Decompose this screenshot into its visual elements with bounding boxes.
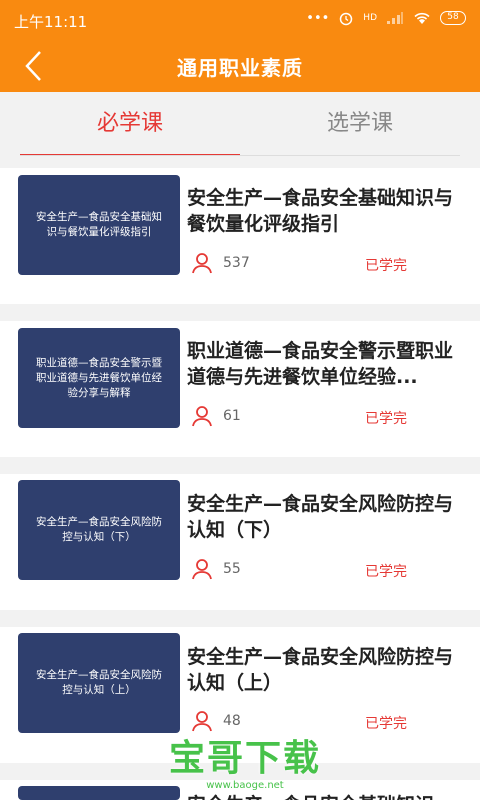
more-dots-icon: •••	[306, 10, 330, 26]
learner-count: 48	[223, 713, 241, 729]
page-title: 通用职业素质	[177, 56, 303, 80]
person-icon	[192, 711, 212, 732]
learner-count: 537	[223, 255, 250, 271]
status-icons: ••• HD 58	[306, 10, 466, 26]
course-meta: 537 已学完	[187, 252, 467, 276]
signal-icon	[387, 12, 403, 24]
course-thumbnail[interactable]: 安全生产—食品安全风险防控与认知（上）	[18, 633, 180, 733]
app-header: 通用职业素质	[0, 40, 480, 92]
watermark-url: www.baoge.net	[206, 780, 284, 791]
status-badge: 已学完	[365, 716, 407, 732]
status-bar: 上午11:11 ••• HD 58	[0, 0, 480, 40]
course-thumbnail[interactable]	[18, 786, 180, 800]
course-tabs: 必学课 选学课	[0, 92, 480, 156]
course-thumbnail[interactable]: 安全生产—食品安全基础知识与餐饮量化评级指引	[18, 175, 180, 275]
course-title[interactable]: 职业道德—食品安全警示暨职业道德与先进餐饮单位经验...	[187, 338, 467, 390]
course-thumbnail[interactable]: 安全生产—食品安全风险防控与认知（下）	[18, 480, 180, 580]
wifi-icon	[414, 12, 430, 24]
list-item[interactable]: 安全生产—食品安全风险防控与认知（下） 安全生产—食品安全风险防控与认知（下） …	[0, 474, 480, 610]
course-meta: 55 已学完	[187, 558, 467, 582]
course-title[interactable]: 安全生产—食品安全风险防控与认知（下）	[187, 491, 467, 543]
alarm-icon	[340, 12, 353, 26]
learner-count: 55	[223, 561, 241, 577]
course-title[interactable]: 安全生产—食品安全基础知识与餐饮量化评级指引	[187, 185, 467, 237]
list-item[interactable]: 职业道德—食品安全警示暨职业道德与先进餐饮单位经验分享与解释 职业道德—食品安全…	[0, 321, 480, 457]
hd-signal-label: HD	[363, 13, 377, 23]
tab-required[interactable]: 必学课	[20, 92, 240, 156]
list-item[interactable]: 安全生产—食品安全基础知识与餐饮量化评级指引 安全生产—食品安全基础知识与餐饮量…	[0, 168, 480, 304]
person-icon	[192, 253, 212, 274]
course-title[interactable]: 安全生产—食品安全风险防控与认知（上）	[187, 644, 467, 696]
person-icon	[192, 559, 212, 580]
status-badge: 已学完	[365, 564, 407, 580]
status-time: 上午11:11	[14, 13, 88, 31]
tab-elective[interactable]: 选学课	[250, 92, 470, 156]
learner-count: 61	[223, 408, 241, 424]
course-meta: 48 已学完	[187, 710, 467, 734]
person-icon	[192, 406, 212, 427]
course-meta: 61 已学完	[187, 405, 467, 429]
tabs-divider	[20, 155, 460, 156]
watermark-text: 宝哥下载	[168, 738, 321, 779]
status-badge: 已学完	[365, 258, 407, 274]
course-thumbnail[interactable]: 职业道德—食品安全警示暨职业道德与先进餐饮单位经验分享与解释	[18, 328, 180, 428]
battery-icon: 58	[440, 11, 466, 25]
watermark: 宝哥下载 www.baoge.net	[165, 738, 325, 798]
status-badge: 已学完	[365, 411, 407, 427]
